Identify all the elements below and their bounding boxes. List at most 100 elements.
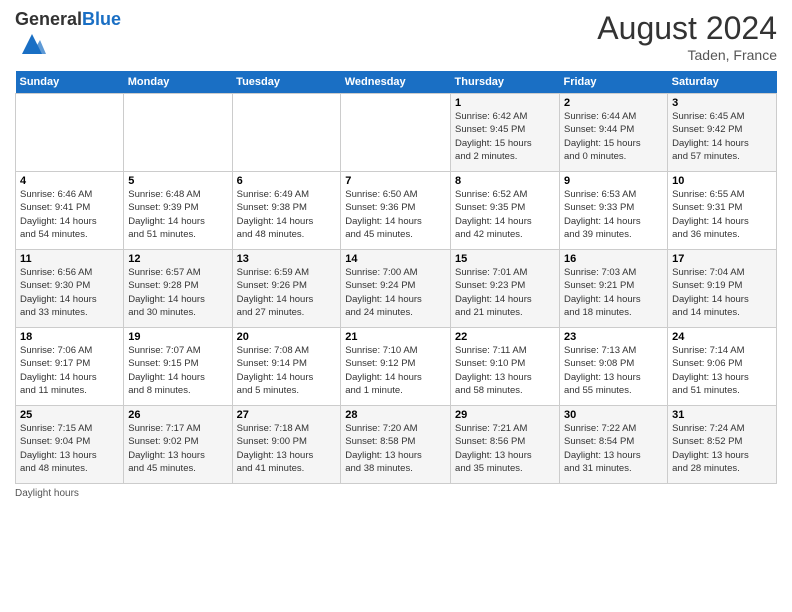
day-number: 12 xyxy=(128,253,227,265)
day-info: Sunrise: 7:06 AM Sunset: 9:17 PM Dayligh… xyxy=(20,344,119,397)
day-number: 23 xyxy=(564,331,663,343)
day-number: 13 xyxy=(237,253,337,265)
calendar-cell: 30Sunrise: 7:22 AM Sunset: 8:54 PM Dayli… xyxy=(560,406,668,484)
calendar-cell: 26Sunrise: 7:17 AM Sunset: 9:02 PM Dayli… xyxy=(124,406,232,484)
calendar-cell: 31Sunrise: 7:24 AM Sunset: 8:52 PM Dayli… xyxy=(668,406,777,484)
calendar-cell xyxy=(124,94,232,172)
location: Taden, France xyxy=(597,47,777,63)
calendar-header-row: SundayMondayTuesdayWednesdayThursdayFrid… xyxy=(16,71,777,94)
month-year: August 2024 xyxy=(597,10,777,47)
calendar-cell: 3Sunrise: 6:45 AM Sunset: 9:42 PM Daylig… xyxy=(668,94,777,172)
weekday-header: Saturday xyxy=(668,71,777,94)
weekday-header: Friday xyxy=(560,71,668,94)
day-number: 1 xyxy=(455,97,555,109)
day-number: 8 xyxy=(455,175,555,187)
day-info: Sunrise: 6:52 AM Sunset: 9:35 PM Dayligh… xyxy=(455,188,555,241)
day-number: 21 xyxy=(345,331,446,343)
calendar-cell: 13Sunrise: 6:59 AM Sunset: 9:26 PM Dayli… xyxy=(232,250,341,328)
day-number: 5 xyxy=(128,175,227,187)
calendar-week-row: 18Sunrise: 7:06 AM Sunset: 9:17 PM Dayli… xyxy=(16,328,777,406)
calendar-cell: 10Sunrise: 6:55 AM Sunset: 9:31 PM Dayli… xyxy=(668,172,777,250)
weekday-header: Monday xyxy=(124,71,232,94)
calendar-cell: 4Sunrise: 6:46 AM Sunset: 9:41 PM Daylig… xyxy=(16,172,124,250)
day-number: 19 xyxy=(128,331,227,343)
day-info: Sunrise: 6:59 AM Sunset: 9:26 PM Dayligh… xyxy=(237,266,337,319)
day-info: Sunrise: 7:20 AM Sunset: 8:58 PM Dayligh… xyxy=(345,422,446,475)
day-info: Sunrise: 6:49 AM Sunset: 9:38 PM Dayligh… xyxy=(237,188,337,241)
day-info: Sunrise: 7:13 AM Sunset: 9:08 PM Dayligh… xyxy=(564,344,663,397)
calendar-cell: 7Sunrise: 6:50 AM Sunset: 9:36 PM Daylig… xyxy=(341,172,451,250)
day-info: Sunrise: 7:18 AM Sunset: 9:00 PM Dayligh… xyxy=(237,422,337,475)
calendar-week-row: 11Sunrise: 6:56 AM Sunset: 9:30 PM Dayli… xyxy=(16,250,777,328)
day-info: Sunrise: 7:11 AM Sunset: 9:10 PM Dayligh… xyxy=(455,344,555,397)
weekday-header: Wednesday xyxy=(341,71,451,94)
page: GeneralBlue August 2024 Taden, France Su… xyxy=(0,0,792,612)
day-info: Sunrise: 7:22 AM Sunset: 8:54 PM Dayligh… xyxy=(564,422,663,475)
day-number: 29 xyxy=(455,409,555,421)
day-number: 20 xyxy=(237,331,337,343)
day-info: Sunrise: 6:57 AM Sunset: 9:28 PM Dayligh… xyxy=(128,266,227,319)
day-info: Sunrise: 7:17 AM Sunset: 9:02 PM Dayligh… xyxy=(128,422,227,475)
calendar-cell: 27Sunrise: 7:18 AM Sunset: 9:00 PM Dayli… xyxy=(232,406,341,484)
day-number: 27 xyxy=(237,409,337,421)
calendar-week-row: 4Sunrise: 6:46 AM Sunset: 9:41 PM Daylig… xyxy=(16,172,777,250)
day-info: Sunrise: 7:24 AM Sunset: 8:52 PM Dayligh… xyxy=(672,422,772,475)
day-number: 7 xyxy=(345,175,446,187)
day-number: 6 xyxy=(237,175,337,187)
calendar-cell: 6Sunrise: 6:49 AM Sunset: 9:38 PM Daylig… xyxy=(232,172,341,250)
day-number: 17 xyxy=(672,253,772,265)
day-info: Sunrise: 7:03 AM Sunset: 9:21 PM Dayligh… xyxy=(564,266,663,319)
day-number: 3 xyxy=(672,97,772,109)
day-number: 30 xyxy=(564,409,663,421)
day-number: 25 xyxy=(20,409,119,421)
day-info: Sunrise: 7:00 AM Sunset: 9:24 PM Dayligh… xyxy=(345,266,446,319)
calendar-cell: 1Sunrise: 6:42 AM Sunset: 9:45 PM Daylig… xyxy=(451,94,560,172)
calendar-cell: 16Sunrise: 7:03 AM Sunset: 9:21 PM Dayli… xyxy=(560,250,668,328)
weekday-header: Thursday xyxy=(451,71,560,94)
weekday-header: Tuesday xyxy=(232,71,341,94)
logo-blue: Blue xyxy=(82,9,121,29)
day-number: 28 xyxy=(345,409,446,421)
calendar-cell: 15Sunrise: 7:01 AM Sunset: 9:23 PM Dayli… xyxy=(451,250,560,328)
calendar-cell: 9Sunrise: 6:53 AM Sunset: 9:33 PM Daylig… xyxy=(560,172,668,250)
calendar-table: SundayMondayTuesdayWednesdayThursdayFrid… xyxy=(15,71,777,484)
logo-general: General xyxy=(15,9,82,29)
day-info: Sunrise: 7:15 AM Sunset: 9:04 PM Dayligh… xyxy=(20,422,119,475)
day-number: 2 xyxy=(564,97,663,109)
calendar-cell: 14Sunrise: 7:00 AM Sunset: 9:24 PM Dayli… xyxy=(341,250,451,328)
calendar-cell: 18Sunrise: 7:06 AM Sunset: 9:17 PM Dayli… xyxy=(16,328,124,406)
calendar-cell: 28Sunrise: 7:20 AM Sunset: 8:58 PM Dayli… xyxy=(341,406,451,484)
logo-icon xyxy=(18,30,46,58)
calendar-week-row: 25Sunrise: 7:15 AM Sunset: 9:04 PM Dayli… xyxy=(16,406,777,484)
calendar-cell: 2Sunrise: 6:44 AM Sunset: 9:44 PM Daylig… xyxy=(560,94,668,172)
calendar-cell: 8Sunrise: 6:52 AM Sunset: 9:35 PM Daylig… xyxy=(451,172,560,250)
day-info: Sunrise: 6:44 AM Sunset: 9:44 PM Dayligh… xyxy=(564,110,663,163)
day-info: Sunrise: 6:48 AM Sunset: 9:39 PM Dayligh… xyxy=(128,188,227,241)
day-info: Sunrise: 7:08 AM Sunset: 9:14 PM Dayligh… xyxy=(237,344,337,397)
day-info: Sunrise: 6:42 AM Sunset: 9:45 PM Dayligh… xyxy=(455,110,555,163)
day-number: 31 xyxy=(672,409,772,421)
day-info: Sunrise: 7:21 AM Sunset: 8:56 PM Dayligh… xyxy=(455,422,555,475)
weekday-header: Sunday xyxy=(16,71,124,94)
day-info: Sunrise: 6:55 AM Sunset: 9:31 PM Dayligh… xyxy=(672,188,772,241)
day-info: Sunrise: 6:46 AM Sunset: 9:41 PM Dayligh… xyxy=(20,188,119,241)
calendar-cell: 19Sunrise: 7:07 AM Sunset: 9:15 PM Dayli… xyxy=(124,328,232,406)
calendar-cell: 5Sunrise: 6:48 AM Sunset: 9:39 PM Daylig… xyxy=(124,172,232,250)
day-number: 22 xyxy=(455,331,555,343)
day-number: 24 xyxy=(672,331,772,343)
calendar-cell: 29Sunrise: 7:21 AM Sunset: 8:56 PM Dayli… xyxy=(451,406,560,484)
day-number: 15 xyxy=(455,253,555,265)
day-info: Sunrise: 7:07 AM Sunset: 9:15 PM Dayligh… xyxy=(128,344,227,397)
day-info: Sunrise: 7:10 AM Sunset: 9:12 PM Dayligh… xyxy=(345,344,446,397)
title-block: August 2024 Taden, France xyxy=(597,10,777,63)
calendar-cell: 17Sunrise: 7:04 AM Sunset: 9:19 PM Dayli… xyxy=(668,250,777,328)
day-number: 11 xyxy=(20,253,119,265)
day-number: 4 xyxy=(20,175,119,187)
day-number: 26 xyxy=(128,409,227,421)
calendar-cell xyxy=(341,94,451,172)
day-info: Sunrise: 6:45 AM Sunset: 9:42 PM Dayligh… xyxy=(672,110,772,163)
day-number: 10 xyxy=(672,175,772,187)
day-info: Sunrise: 7:04 AM Sunset: 9:19 PM Dayligh… xyxy=(672,266,772,319)
calendar-cell: 21Sunrise: 7:10 AM Sunset: 9:12 PM Dayli… xyxy=(341,328,451,406)
day-info: Sunrise: 6:53 AM Sunset: 9:33 PM Dayligh… xyxy=(564,188,663,241)
